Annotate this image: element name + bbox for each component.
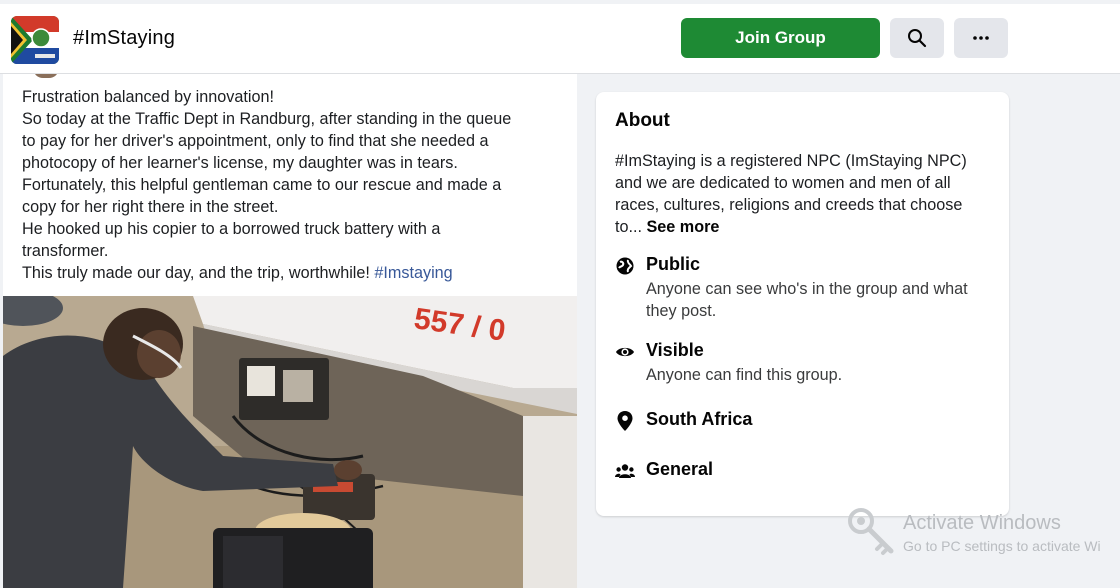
about-item-title[interactable]: South Africa	[646, 409, 752, 430]
post-line: Frustration balanced by innovation!	[22, 88, 274, 106]
post-line: Fortunately, this helpful gentleman came…	[22, 176, 502, 194]
group-name[interactable]: #ImStaying	[73, 27, 175, 50]
group-header: #ImStaying Join Group	[0, 4, 1120, 74]
about-description-line: #ImStaying is a registered NPC (ImStayin…	[615, 152, 967, 170]
search-icon	[908, 29, 927, 48]
search-button[interactable]	[890, 18, 944, 58]
people-icon	[615, 461, 635, 481]
more-horizontal-icon	[973, 36, 989, 40]
activate-windows-title: Activate Windows	[903, 512, 1061, 534]
about-item-subtitle: Anyone can find this group.	[646, 364, 842, 386]
eye-icon	[615, 342, 635, 362]
post-hashtag-link[interactable]: #Imstaying	[374, 264, 452, 282]
post-line: to pay for her driver's appointment, onl…	[22, 132, 489, 150]
about-item-title: Visible	[646, 340, 704, 360]
subtitle-line: Anyone can find this group.	[646, 366, 843, 384]
about-description: #ImStaying is a registered NPC (ImStayin…	[615, 150, 999, 238]
post-card: Frustration balanced by innovation! So t…	[3, 74, 577, 588]
post-line-text: This truly made our day, and the trip, w…	[22, 264, 370, 282]
post-line: He hooked up his copier to a borrowed tr…	[22, 220, 441, 238]
about-description-line: races, cultures, religions and creeds th…	[615, 196, 963, 214]
join-group-button[interactable]: Join Group	[681, 18, 880, 58]
subtitle-line: Anyone can see who's in the group and wh…	[646, 280, 968, 298]
group-avatar[interactable]	[11, 16, 59, 64]
post-author-avatar[interactable]	[33, 74, 59, 78]
about-description-last: to...	[615, 218, 642, 236]
see-more-link[interactable]: See more	[647, 218, 720, 236]
post-line: copy for her right there in the street.	[22, 198, 279, 216]
about-item-title: Public	[646, 254, 701, 274]
about-description-line: to... See more	[615, 216, 999, 238]
globe-icon	[615, 256, 635, 276]
post-line: So today at the Traffic Dept in Randburg…	[22, 110, 512, 128]
post-line: photocopy of her learner's license, my d…	[22, 154, 458, 172]
about-item-subtitle: Anyone can see who's in the group and wh…	[646, 278, 968, 322]
key-icon	[845, 505, 897, 557]
subtitle-line: they post.	[646, 302, 717, 320]
post-line: transformer.	[22, 242, 109, 260]
about-description-line: and we are dedicated to women and men of…	[615, 174, 951, 192]
about-card: About #ImStaying is a registered NPC (Im…	[596, 92, 1009, 516]
more-options-button[interactable]	[954, 18, 1008, 58]
about-item-title: General	[646, 459, 714, 479]
post-line-last: This truly made our day, and the trip, w…	[22, 262, 562, 284]
activate-windows-subtitle: Go to PC settings to activate Wi	[903, 538, 1101, 554]
location-pin-icon	[615, 411, 635, 431]
post-text: Frustration balanced by innovation! So t…	[22, 86, 562, 284]
about-title: About	[615, 110, 670, 131]
post-photo[interactable]: 557 / 0	[3, 290, 577, 588]
